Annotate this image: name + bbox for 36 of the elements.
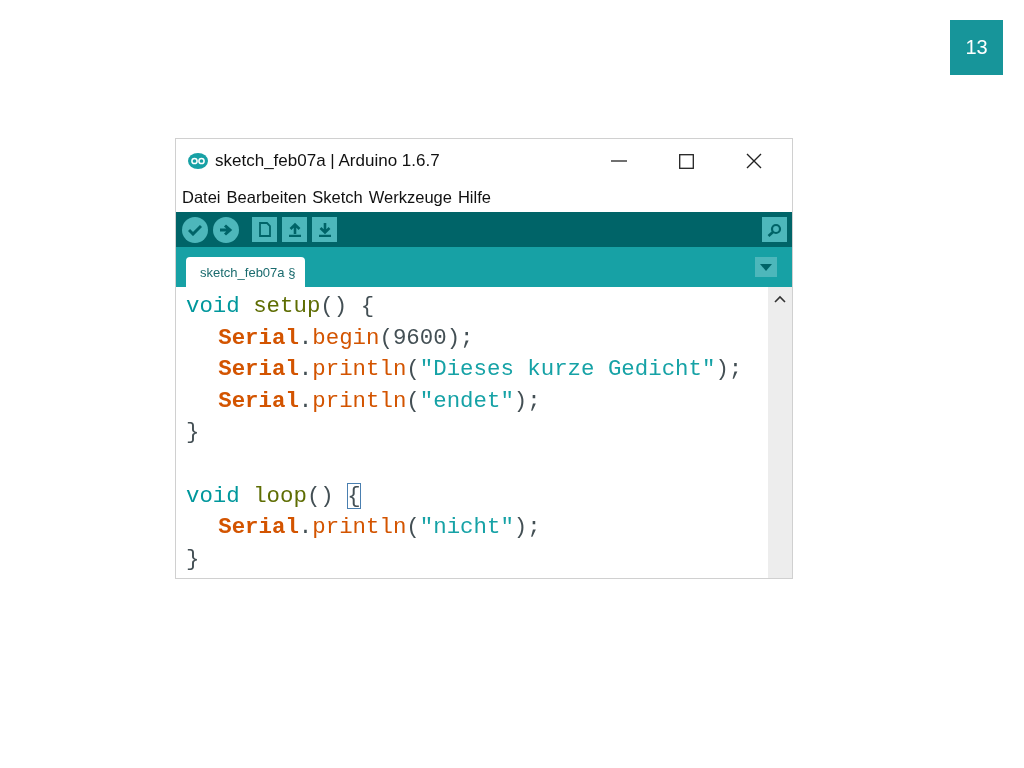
menu-item[interactable]: Sketch xyxy=(312,188,363,207)
code-line: } xyxy=(186,419,200,446)
window-title: sketch_feb07a | Arduino 1.6.7 xyxy=(215,151,440,171)
arrow-right-icon xyxy=(219,223,233,236)
arrow-up-icon xyxy=(287,222,302,237)
menu-item[interactable]: Bearbeiten xyxy=(226,188,307,207)
open-button[interactable] xyxy=(282,217,307,242)
file-tab[interactable]: sketch_feb07a § xyxy=(186,257,306,287)
check-icon xyxy=(188,223,202,236)
code-editor[interactable]: void setup() { Serial.begin(9600); Serial.println("Dieses kurze Gedicht"); Serial.println("endet"); } void loop() { Serial.println("nicht"); } xyxy=(176,287,768,578)
tab-menu-button[interactable] xyxy=(755,257,777,277)
code-line: Serial.begin(9600); xyxy=(218,324,474,351)
maximize-icon[interactable] xyxy=(679,153,694,169)
menu-item[interactable]: Datei xyxy=(182,188,221,207)
code-line: Serial.println("nicht"); xyxy=(218,514,541,541)
code-line: void loop() { xyxy=(186,482,361,509)
arrow-down-icon xyxy=(317,222,332,237)
serial-monitor-button[interactable] xyxy=(762,217,787,242)
new-button[interactable] xyxy=(252,217,277,242)
menu-item[interactable]: Werkzeuge xyxy=(368,188,452,207)
infinity-logo-icon xyxy=(188,153,208,169)
scroll-up-icon[interactable] xyxy=(774,295,786,303)
magnifier-icon xyxy=(766,222,783,237)
document-icon xyxy=(258,222,271,237)
code-line: } xyxy=(186,545,200,572)
scrollbar[interactable] xyxy=(768,287,792,578)
code-line: Serial.println("endet"); xyxy=(218,387,541,414)
menu-item[interactable]: Hilfe xyxy=(457,188,491,207)
close-icon[interactable] xyxy=(746,153,762,169)
code-line: Serial.println("Dieses kurze Gedicht"); xyxy=(218,356,743,383)
verify-button[interactable] xyxy=(182,216,208,243)
page-number: 13 xyxy=(950,20,1003,75)
upload-button[interactable] xyxy=(213,216,239,243)
code-line: void setup() { xyxy=(186,293,375,319)
save-button[interactable] xyxy=(312,217,337,242)
caret-down-icon xyxy=(760,263,772,271)
